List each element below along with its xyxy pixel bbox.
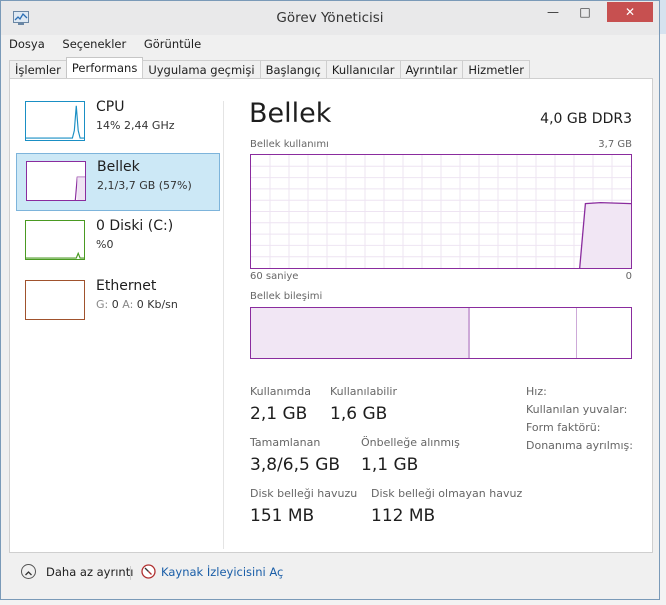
sidebar-item-disk[interactable]: 0 Diski (C:) %0 [16, 213, 220, 271]
composition-divider [576, 308, 577, 358]
menu-file[interactable]: Dosya [9, 37, 45, 51]
menu-bar: Dosya Seçenekler Görüntüle [9, 37, 215, 55]
stat-paged-pool-value: 151 MB [250, 506, 315, 526]
maximize-button[interactable]: □ [571, 5, 599, 27]
ethernet-receive-value: 0 Kb/sn [136, 298, 178, 311]
sidebar-item-cpu[interactable]: CPU 14% 2,44 GHz [16, 94, 220, 152]
menu-options[interactable]: Seçenekler [62, 37, 126, 51]
usage-graph-label: Bellek kullanımı [250, 139, 329, 150]
time-axis-end: 0 [625, 271, 632, 282]
ethernet-thumbnail-graph [25, 280, 85, 320]
cpu-thumbnail-graph [25, 101, 85, 141]
memory-composition-bar [250, 307, 632, 359]
info-slots-label: Kullanılan yuvalar: [526, 403, 628, 416]
ethernet-send-label: G: [96, 298, 109, 311]
footer-separator [130, 566, 131, 580]
sidebar-disk-name: 0 Diski (C:) [96, 218, 174, 234]
tab-users[interactable]: Kullanıcılar [325, 60, 401, 79]
chevron-up-icon[interactable] [21, 564, 36, 579]
usage-graph-canvas [251, 155, 631, 268]
resource-monitor-link[interactable]: Kaynak İzleyicisini Aç [161, 565, 283, 579]
memory-thumbnail-graph [26, 161, 86, 201]
ethernet-receive-label: A: [122, 298, 134, 311]
memory-spec: 4,0 GB DDR3 [540, 111, 632, 127]
resource-title: Bellek [249, 98, 332, 129]
footer-bar: Daha az ayrıntı Kaynak İzleyicisini Aç [9, 554, 653, 594]
stat-committed-value: 3,8/6,5 GB [250, 455, 341, 475]
tab-strip: İşlemler Performans Uygulama geçmişi Başlan… [9, 57, 530, 79]
disk-thumbnail-graph [25, 220, 85, 260]
sidebar-memory-name: Bellek [97, 159, 140, 175]
fewer-details-button[interactable]: Daha az ayrıntı [46, 565, 133, 579]
stat-in-use-label: Kullanımda [250, 385, 311, 398]
tab-processes[interactable]: İşlemler [9, 60, 67, 79]
info-form-factor-label: Form faktörü: [526, 421, 601, 434]
sidebar-divider [223, 101, 224, 549]
stat-in-use-value: 2,1 GB [250, 404, 308, 424]
menu-view[interactable]: Görüntüle [144, 37, 201, 51]
info-speed-label: Hız: [526, 385, 547, 398]
sidebar-item-memory[interactable]: Bellek 2,1/3,7 GB (57%) [16, 153, 220, 211]
resource-monitor-icon[interactable] [141, 564, 156, 579]
tab-details[interactable]: Ayrıntılar [399, 60, 464, 79]
stat-available-label: Kullanılabilir [330, 385, 397, 398]
tab-performance[interactable]: Performans [65, 57, 144, 79]
sidebar-ethernet-detail: G: 0 A: 0 Kb/sn [96, 298, 178, 311]
usage-graph-max: 3,7 GB [598, 139, 632, 150]
tab-app-history[interactable]: Uygulama geçmişi [142, 60, 261, 79]
tab-services[interactable]: Hizmetler [462, 60, 530, 79]
time-axis-start: 60 saniye [250, 271, 299, 282]
stat-nonpaged-pool-value: 112 MB [371, 506, 436, 526]
sidebar-ethernet-name: Ethernet [96, 278, 157, 294]
stat-committed-label: Tamamlanan [250, 436, 321, 449]
task-manager-window: Görev Yöneticisi — □ ✕ Dosya Seçenekler … [0, 0, 660, 600]
tab-startup[interactable]: Başlangıç [259, 60, 327, 79]
composition-label: Bellek bileşimi [250, 291, 323, 302]
usage-area [579, 202, 631, 268]
sidebar-cpu-detail: 14% 2,44 GHz [96, 119, 175, 132]
ethernet-send-value: 0 [111, 298, 119, 311]
minimize-button[interactable]: — [539, 5, 567, 27]
memory-usage-graph [250, 154, 632, 269]
title-bar: Görev Yöneticisi — □ ✕ [1, 1, 659, 35]
performance-panel: CPU 14% 2,44 GHz Bellek 2,1/3,7 GB (57%)… [9, 78, 653, 553]
info-hardware-reserved-label: Donanıma ayrılmış: [526, 439, 633, 452]
stat-cached-value: 1,1 GB [361, 455, 419, 475]
sidebar-disk-detail: %0 [96, 238, 114, 251]
stat-cached-label: Önbelleğe alınmış [361, 436, 460, 449]
composition-in-use [251, 308, 470, 358]
stat-available-value: 1,6 GB [330, 404, 388, 424]
sidebar-memory-detail: 2,1/3,7 GB (57%) [97, 179, 192, 192]
sidebar-cpu-name: CPU [96, 99, 125, 115]
sidebar-item-ethernet[interactable]: Ethernet G: 0 A: 0 Kb/sn [16, 273, 220, 331]
stat-nonpaged-pool-label: Disk belleği olmayan havuz [371, 487, 523, 500]
stat-paged-pool-label: Disk belleği havuzu [250, 487, 358, 500]
background-window-edge [660, 0, 666, 34]
close-button[interactable]: ✕ [607, 2, 653, 22]
